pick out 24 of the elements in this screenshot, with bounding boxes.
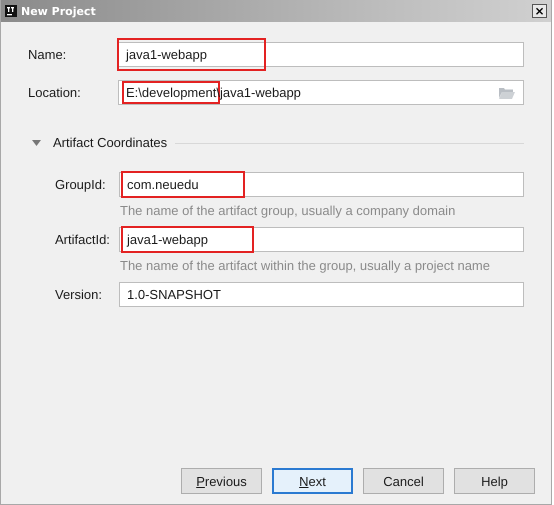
hint-text: The name of the artifact within the group, usually a project name xyxy=(119,258,491,273)
field-label: Name: xyxy=(28,47,68,62)
section-title: Artifact Coordinates xyxy=(53,135,168,150)
field-value: E:\development xyxy=(126,85,216,100)
field-label: ArtifactId: xyxy=(55,232,111,247)
field-value: com.neuedu xyxy=(127,177,199,192)
dialog-button[interactable]: Cancel xyxy=(363,468,444,494)
expand-arrow-icon[interactable] xyxy=(32,140,41,146)
text-field[interactable]: 1.0-SNAPSHOT xyxy=(119,282,524,307)
text-field[interactable]: com.neuedu xyxy=(119,172,524,197)
dialog-button[interactable]: Previous xyxy=(181,468,262,494)
window-title: New Project xyxy=(21,4,96,18)
app-icon xyxy=(5,5,17,17)
close-button[interactable]: × xyxy=(532,4,547,18)
dialog-button[interactable]: Help xyxy=(454,468,535,494)
dialog-button[interactable]: Next xyxy=(272,468,353,494)
field-value: 1.0-SNAPSHOT xyxy=(127,287,221,302)
field-value: java1-webapp xyxy=(127,232,208,247)
text-field[interactable]: java1-webapp xyxy=(119,227,524,252)
field-label: Version: xyxy=(55,287,103,302)
field-label: Location: xyxy=(28,85,82,100)
field-value: java1-webapp xyxy=(126,47,207,62)
field-label: GroupId: xyxy=(55,177,107,192)
hint-text: The name of the artifact group, usually a company domain xyxy=(119,203,456,218)
